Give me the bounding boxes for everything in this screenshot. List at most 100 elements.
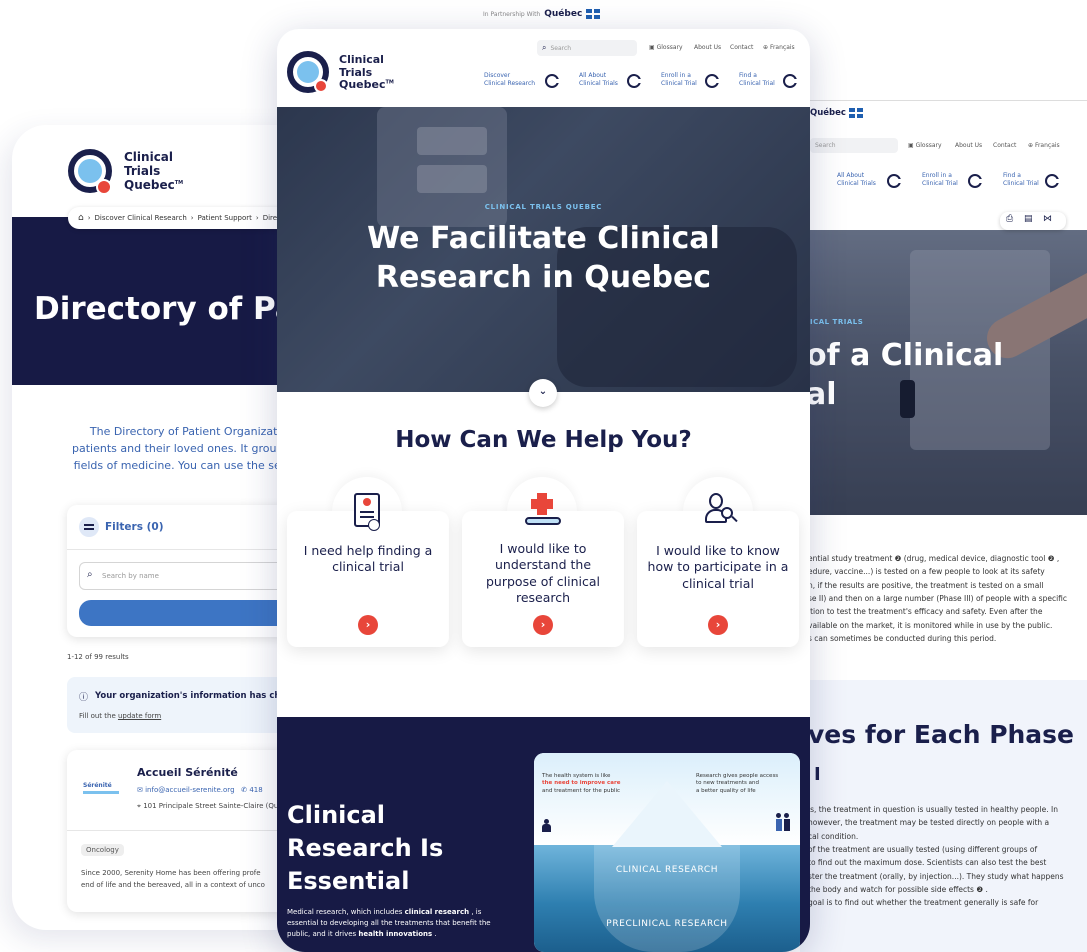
nav-enroll[interactable]: Enroll in a Clinical Trial bbox=[661, 72, 697, 89]
iceberg-label-preclinical: PRECLINICAL RESEARCH bbox=[606, 919, 728, 929]
clipboard-icon bbox=[354, 493, 380, 531]
filters-panel: Filters (0) ⌕ Search by name bbox=[67, 505, 312, 637]
page-title: Directory of Pa bbox=[34, 291, 296, 327]
help-card-text: I would like to know how to participate … bbox=[647, 543, 789, 591]
partnership-label: In Partnership With bbox=[483, 10, 541, 18]
org-logo: Sérénité bbox=[83, 782, 123, 798]
intro-line: patients and their loved ones. It groups bbox=[72, 442, 290, 456]
filter-icon bbox=[79, 517, 99, 537]
mail-icon: ✉ bbox=[137, 786, 143, 794]
notice-text: Your organization's information has cha bbox=[95, 691, 287, 701]
essential-text: Medical research, which includes clinica… bbox=[287, 908, 491, 939]
print-icon[interactable]: ⎙ bbox=[1006, 214, 1013, 224]
breadcrumb: ⌂ › Discover Clinical Research › Patient S… bbox=[68, 207, 312, 229]
phase-label: I bbox=[814, 764, 821, 785]
people-figure-icon bbox=[776, 813, 792, 833]
intro-text: The Directory of Patient Organizatio pat… bbox=[72, 423, 289, 474]
nav-discover[interactable]: Discover Clinical Research bbox=[484, 72, 535, 89]
logo-tm: TM bbox=[385, 79, 394, 86]
intro-line: The Directory of Patient Organizatio bbox=[89, 425, 288, 438]
iceberg-illustration: The health system is like the need to im… bbox=[534, 753, 800, 952]
iceberg-note-left: The health system is like the need to im… bbox=[542, 773, 621, 794]
phase-paragraph: is, the treatment in question is usually… bbox=[808, 805, 1064, 908]
share-icon[interactable]: ⋈ bbox=[1043, 214, 1052, 224]
nav-arrow-icon bbox=[545, 74, 559, 88]
org-card[interactable]: Sérénité Accueil Sérénité ✉ info@accueil… bbox=[67, 750, 312, 912]
hero-title: We Facilitate Clinical Research in Quebe… bbox=[367, 221, 720, 295]
search-input[interactable]: ⌕ Search bbox=[537, 40, 637, 56]
breadcrumb-item[interactable]: Discover Clinical Research bbox=[95, 214, 187, 222]
org-tag: Oncology bbox=[81, 844, 124, 856]
intro-line: fields of medicine. You can use the sea bbox=[73, 459, 288, 473]
logo-line2: Trials bbox=[124, 163, 161, 178]
breadcrumb-item[interactable]: Patient Support bbox=[198, 214, 252, 222]
hero-title: of a Clinical al bbox=[806, 338, 1004, 412]
iceberg-label-clinical: CLINICAL RESEARCH bbox=[615, 865, 719, 875]
pdf-icon[interactable]: ▤ bbox=[1024, 214, 1033, 224]
search-icon: ⌕ bbox=[87, 569, 93, 580]
clinical-trial-page-screen: Québec Search ▣ Glossary About Us Contac… bbox=[800, 100, 1087, 952]
logo-line1: Clinical bbox=[124, 150, 174, 164]
nav-find[interactable]: Find a Clinical Trial bbox=[1003, 172, 1039, 189]
logo-line1: Clinical bbox=[339, 53, 384, 66]
nav-arrow-icon bbox=[783, 74, 797, 88]
help-card-text: I would like to understand the purpose o… bbox=[486, 541, 600, 605]
share-toolbar: ⎙ ▤ ⋈ bbox=[1000, 212, 1066, 230]
glossary-link[interactable]: ▣ Glossary bbox=[649, 44, 683, 51]
logo-tm: TM bbox=[174, 179, 184, 186]
update-form-link[interactable]: update form bbox=[118, 712, 161, 720]
person-figure-icon bbox=[542, 819, 552, 833]
nav-enroll[interactable]: Enroll in a Clinical Trial bbox=[922, 172, 958, 189]
quebec-flag-icon bbox=[586, 9, 601, 19]
about-link[interactable]: About Us bbox=[955, 142, 982, 149]
help-card-understand[interactable]: I would like to understand the purpose o… bbox=[462, 511, 624, 647]
quebec-brand: Québec bbox=[810, 108, 863, 118]
nav-arrow-icon bbox=[705, 74, 719, 88]
language-link[interactable]: ⊕ Français bbox=[1028, 142, 1060, 149]
nav-all-about[interactable]: All About Clinical Trials bbox=[579, 72, 618, 89]
about-link[interactable]: About Us bbox=[694, 44, 721, 51]
org-email[interactable]: info@accueil-serenite.org bbox=[145, 786, 234, 794]
location-icon: ⌖ bbox=[137, 802, 141, 810]
search-input[interactable]: Search bbox=[810, 138, 898, 153]
nav-all-about[interactable]: All About Clinical Trials bbox=[837, 172, 876, 189]
help-card-finding[interactable]: I need help finding a clinical trial › bbox=[287, 511, 449, 647]
hero-kicker: CLINICAL TRIALS QUEBEC bbox=[484, 203, 603, 211]
notice-sub: Fill out the bbox=[79, 712, 118, 720]
org-address: 101 Principale Street Sainte-Claire (Qu bbox=[143, 802, 279, 810]
glossary-link[interactable]: ▣ Glossary bbox=[908, 142, 942, 149]
partnership-banner: In Partnership With Québec bbox=[483, 9, 601, 19]
clinical-research-term[interactable]: clinical research bbox=[405, 908, 469, 916]
help-title: How Can We Help You? bbox=[395, 427, 692, 453]
nav-arrow-icon bbox=[627, 74, 641, 88]
arrow-right-icon[interactable]: › bbox=[533, 615, 553, 635]
iceberg-note-right: Research gives people access to new trea… bbox=[696, 773, 779, 794]
filters-toggle[interactable]: Filters (0) bbox=[105, 521, 164, 533]
nav-find[interactable]: Find a Clinical Trial bbox=[739, 72, 775, 89]
logo-line3: Quebec bbox=[339, 78, 386, 92]
quebec-flag-icon bbox=[848, 108, 863, 118]
help-card-text: I need help finding a clinical trial bbox=[303, 543, 433, 575]
help-card-participate[interactable]: I would like to know how to participate … bbox=[637, 511, 799, 647]
arrow-right-icon[interactable]: › bbox=[358, 615, 378, 635]
contact-link[interactable]: Contact bbox=[730, 44, 753, 51]
intro-paragraph: ential study treatment ❷ (drug, medical … bbox=[808, 554, 1068, 644]
search-placeholder: Search bbox=[550, 44, 572, 52]
nav-arrow-icon bbox=[887, 174, 901, 188]
search-icon: ⌕ bbox=[542, 43, 547, 52]
logo-line3: Quebec bbox=[124, 177, 175, 192]
nav-arrow-icon bbox=[968, 174, 982, 188]
home-icon[interactable]: ⌂ bbox=[78, 213, 84, 223]
arrow-right-icon[interactable]: › bbox=[708, 615, 728, 635]
contact-link[interactable]: Contact bbox=[993, 142, 1016, 149]
language-link[interactable]: ⊕ Français bbox=[763, 44, 795, 51]
health-innovations-term[interactable]: health innovations bbox=[358, 930, 432, 938]
partnership-brand: Québec bbox=[544, 9, 583, 19]
nav-arrow-icon bbox=[1045, 174, 1059, 188]
org-description: Since 2000, Serenity Home has been offer… bbox=[81, 869, 265, 889]
hero-kicker: ICAL TRIALS bbox=[810, 318, 864, 326]
org-name[interactable]: Accueil Sérénité bbox=[137, 766, 238, 779]
org-phone[interactable]: 418 bbox=[249, 786, 262, 794]
scroll-down-button[interactable]: ⌄ bbox=[529, 379, 557, 407]
essential-title: Clinical Research Is Essential bbox=[287, 801, 444, 896]
